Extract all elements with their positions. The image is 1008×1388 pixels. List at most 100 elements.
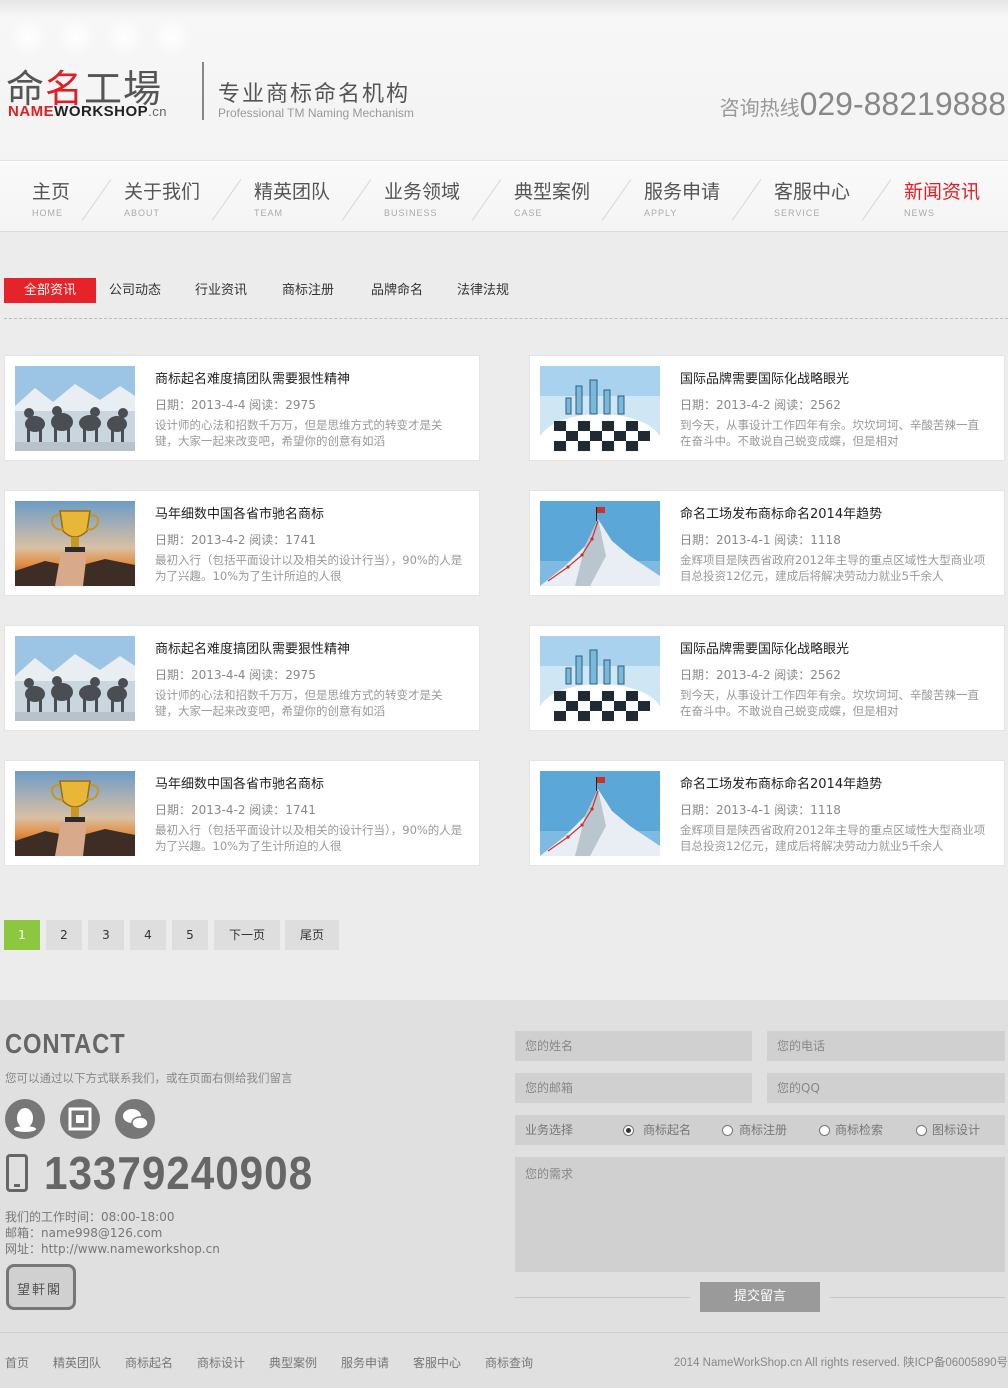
contact-title: CONTACT <box>5 1028 126 1059</box>
footer-link-team[interactable]: 精英团队 <box>53 1354 101 1371</box>
phone-field[interactable]: 您的电话 <box>767 1031 1005 1061</box>
page-5-button[interactable]: 5 <box>172 920 208 950</box>
hotline-label: 咨询热线 <box>719 98 800 120</box>
spotlight-decoration <box>8 18 48 58</box>
news-summary: 最初入行（包括平面设计以及相关的设计行当），90%的人是为了兴趣。10%为了生计… <box>155 823 463 853</box>
nav-item-news[interactable]: 新闻资讯 NEWS <box>904 177 980 218</box>
next-page-button[interactable]: 下一页 <box>214 920 280 950</box>
nav-item-business[interactable]: 业务领域 BUSINESS <box>384 177 460 218</box>
wechat-icon[interactable] <box>115 1099 155 1139</box>
nav-item-about[interactable]: 关于我们 ABOUT <box>124 177 200 218</box>
news-meta: 日期：2013-4-2 阅读：2562 <box>680 398 841 412</box>
radio-trademark-search[interactable] <box>819 1125 830 1136</box>
nav-item-service[interactable]: 客服中心 SERVICE <box>774 177 850 218</box>
news-thumbnail-trophy[interactable] <box>15 771 135 856</box>
footer-link-cases[interactable]: 典型案例 <box>269 1354 317 1371</box>
news-summary: 到今天，从事设计工作四年有余。坎坎坷坷、辛酸苦辣一直在奋斗中。不敢说自己蜕变成蝶… <box>680 688 979 718</box>
news-card[interactable]: 马年细数中国各省市驰名商标 日期：2013-4-2 阅读：1741 最初入行（包… <box>4 760 480 866</box>
footer-link-search[interactable]: 商标查询 <box>485 1354 533 1371</box>
radio-label[interactable]: 商标注册 <box>739 1115 787 1145</box>
footer-divider <box>0 1332 1008 1333</box>
footer-link-service[interactable]: 客服中心 <box>413 1354 461 1371</box>
divider <box>515 1297 690 1298</box>
page-3-button[interactable]: 3 <box>88 920 124 950</box>
news-title[interactable]: 马年细数中国各省市驰名商标 <box>155 773 324 792</box>
nav-separator <box>601 179 632 221</box>
news-card[interactable]: 商标起名难度搞团队需要狠性精神 日期：2013-4-4 阅读：2975 设计师的… <box>4 355 480 461</box>
radio-trademark-naming[interactable] <box>623 1125 634 1136</box>
news-summary: 到今天，从事设计工作四年有余。坎坎坷坷、辛酸苦辣一直在奋斗中。不敢说自己蜕变成蝶… <box>680 418 979 448</box>
qq-field[interactable]: 您的QQ <box>767 1073 1005 1103</box>
spotlight-decoration <box>104 18 144 58</box>
work-hours: 我们的工作时间：08:00-18:00 <box>5 1210 175 1224</box>
nav-item-apply[interactable]: 服务申请 APPLY <box>644 177 720 218</box>
news-meta: 日期：2013-4-4 阅读：2975 <box>155 398 316 412</box>
news-thumbnail-chess[interactable] <box>540 366 660 451</box>
contact-website: 网址：http://www.nameworkshop.cn <box>5 1242 220 1256</box>
news-card[interactable]: 国际品牌需要国际化战略眼光 日期：2013-4-2 阅读：2562 到今天，从事… <box>529 355 1005 461</box>
radio-trademark-registration[interactable] <box>722 1125 733 1136</box>
radio-label[interactable]: 商标检索 <box>835 1115 883 1145</box>
logo-english[interactable]: NAMEWORKSHOP.cn <box>8 103 167 120</box>
nav-item-team[interactable]: 精英团队 TEAM <box>254 177 330 218</box>
name-field[interactable]: 您的姓名 <box>515 1031 752 1061</box>
news-card[interactable]: 命名工场发布商标命名2014年趋势 日期：2013-4-1 阅读：1118 金辉… <box>529 490 1005 596</box>
nav-item-home[interactable]: 主页 HOME <box>32 177 70 218</box>
news-title[interactable]: 商标起名难度搞团队需要狠性精神 <box>155 368 350 387</box>
news-card[interactable]: 马年细数中国各省市驰名商标 日期：2013-4-2 阅读：1741 最初入行（包… <box>4 490 480 596</box>
news-meta: 日期：2013-4-2 阅读：2562 <box>680 668 841 682</box>
news-title[interactable]: 命名工场发布商标命名2014年趋势 <box>680 773 882 792</box>
footer-link-apply[interactable]: 服务申请 <box>341 1354 389 1371</box>
tab-industry-news[interactable]: 行业资讯 <box>195 278 247 303</box>
news-title[interactable]: 命名工场发布商标命名2014年趋势 <box>680 503 882 522</box>
nav-separator <box>211 179 242 221</box>
nav-separator <box>471 179 502 221</box>
news-thumbnail-mountain[interactable] <box>540 501 660 586</box>
tab-laws[interactable]: 法律法规 <box>457 278 509 303</box>
tab-brand-naming[interactable]: 品牌命名 <box>371 278 423 303</box>
hotline-number: 029-88219888 <box>799 86 1006 122</box>
footer-link-naming[interactable]: 商标起名 <box>125 1354 173 1371</box>
email-field[interactable]: 您的邮箱 <box>515 1073 752 1103</box>
page-2-button[interactable]: 2 <box>46 920 82 950</box>
news-thumbnail-chess[interactable] <box>540 636 660 721</box>
page-1-button[interactable]: 1 <box>4 920 40 950</box>
tab-all-news[interactable]: 全部资讯 <box>4 278 96 303</box>
news-thumbnail-wolves[interactable] <box>15 636 135 721</box>
nav-item-case[interactable]: 典型案例 CASE <box>514 177 590 218</box>
main-nav: 主页 HOME 关于我们 ABOUT 精英团队 TEAM 业务领域 BUSINESS 典… <box>0 160 1008 232</box>
news-card[interactable]: 国际品牌需要国际化战略眼光 日期：2013-4-2 阅读：2562 到今天，从事… <box>529 625 1005 731</box>
radio-label[interactable]: 图标设计 <box>932 1115 980 1145</box>
news-summary: 设计师的心法和招数千万万，但是思维方式的转变才是关键，大家一起来改变吧，希望你的… <box>155 418 443 448</box>
submit-message-button[interactable]: 提交留言 <box>700 1282 820 1312</box>
news-thumbnail-mountain[interactable] <box>540 771 660 856</box>
footer-link-home[interactable]: 首页 <box>5 1354 29 1371</box>
radio-label[interactable]: 商标起名 <box>643 1115 691 1145</box>
last-page-button[interactable]: 尾页 <box>285 920 339 950</box>
requirements-textarea[interactable]: 您的需求 <box>515 1157 1005 1272</box>
news-meta: 日期：2013-4-1 阅读：1118 <box>680 533 841 547</box>
news-title[interactable]: 商标起名难度搞团队需要狠性精神 <box>155 638 350 657</box>
radio-logo-design[interactable] <box>916 1125 927 1136</box>
nav-separator <box>81 179 112 221</box>
page-4-button[interactable]: 4 <box>130 920 166 950</box>
service-select-row: 业务选择 商标起名 商标注册 商标检索 图标设计 <box>515 1115 1005 1145</box>
news-summary: 设计师的心法和招数千万万，但是思维方式的转变才是关键，大家一起来改变吧，希望你的… <box>155 688 443 718</box>
nav-separator <box>341 179 372 221</box>
news-card[interactable]: 商标起名难度搞团队需要狠性精神 日期：2013-4-4 阅读：2975 设计师的… <box>4 625 480 731</box>
tab-trademark-registration[interactable]: 商标注册 <box>282 278 334 303</box>
divider <box>4 318 1008 319</box>
qq-icon[interactable] <box>5 1099 45 1139</box>
news-card[interactable]: 命名工场发布商标命名2014年趋势 日期：2013-4-1 阅读：1118 金辉… <box>529 760 1005 866</box>
news-meta: 日期：2013-4-1 阅读：1118 <box>680 803 841 817</box>
qrcode-icon[interactable] <box>60 1099 100 1139</box>
footer-link-design[interactable]: 商标设计 <box>197 1354 245 1371</box>
news-title[interactable]: 国际品牌需要国际化战略眼光 <box>680 638 849 657</box>
news-title[interactable]: 国际品牌需要国际化战略眼光 <box>680 368 849 387</box>
nav-separator <box>861 179 892 221</box>
news-thumbnail-trophy[interactable] <box>15 501 135 586</box>
news-title[interactable]: 马年细数中国各省市驰名商标 <box>155 503 324 522</box>
tab-company-news[interactable]: 公司动态 <box>109 278 161 303</box>
seal-stamp: 望軒閣 <box>6 1264 76 1310</box>
news-thumbnail-wolves[interactable] <box>15 366 135 451</box>
